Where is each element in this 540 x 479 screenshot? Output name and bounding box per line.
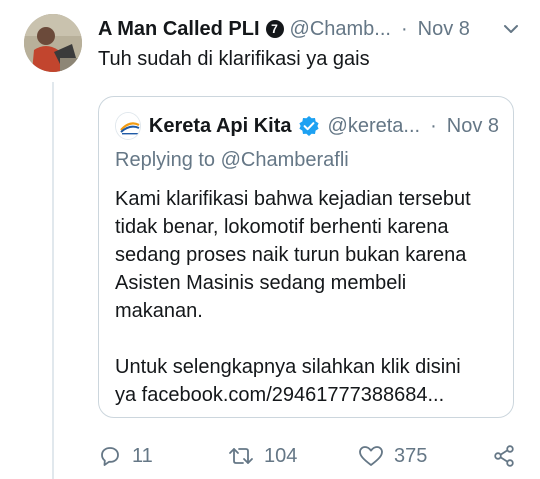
like-count: 375 [394,444,428,467]
quote-author-handle[interactable]: @kereta... [328,115,421,138]
quote-header: Kereta Api Kita @kereta... · Nov 8 [115,111,499,141]
quote-body-line: Kami klarifikasi bahwa kejadian tersebut [115,188,471,210]
quote-body-line: tidak benar, lokomotif berhenti karena [115,216,449,238]
share-button[interactable] [492,440,516,472]
quote-body-line: Asisten Masinis sedang membeli [115,272,407,294]
tweet-actions: 11 104 375 [98,440,520,472]
thread-line [52,82,54,479]
quote-body-line: sedang proses naik turun bukan karena [115,244,467,266]
quote-author-name[interactable]: Kereta Api Kita [149,115,292,138]
separator-dot: · [400,17,408,40]
like-button[interactable]: 375 [358,440,427,472]
heart-icon [358,444,384,468]
reply-button[interactable]: 11 [98,440,153,472]
author-name[interactable]: A Man Called PLI [98,18,260,41]
quote-body-line: Untuk selengkapnya silahkan klik disini [115,356,461,378]
quote-date[interactable]: Nov 8 [447,115,499,138]
tweet-date[interactable]: Nov 8 [418,18,470,41]
replying-to[interactable]: Replying to @Chamberafli [115,149,349,172]
retweet-button[interactable]: 104 [228,440,297,472]
quote-body-line: makanan. [115,300,203,322]
retweet-count: 104 [264,444,298,467]
share-icon [492,444,516,468]
retweet-icon [228,444,254,468]
quoted-tweet-card[interactable]: Kereta Api Kita @kereta... · Nov 8 Reply… [98,96,514,418]
author-avatar[interactable] [24,14,82,72]
avatar-image [24,14,82,72]
verified-badge-icon [298,115,320,137]
tweet-text: Tuh sudah di klarifikasi ya gais [98,48,370,70]
quote-avatar[interactable] [115,112,141,140]
comment-icon [98,444,122,468]
badge-icon: 7 [265,20,284,38]
quote-separator-dot: · [430,114,437,137]
quote-body: Kami klarifikasi bahwa kejadian tersebut… [115,185,507,409]
quote-link-line[interactable]: ya facebook.com/29461777388684... [115,381,507,409]
chevron-down-icon[interactable] [502,20,520,43]
tweet-header: A Man Called PLI 7 @Chamb... · Nov 8 [98,14,520,44]
reply-count: 11 [132,444,153,467]
train-logo-icon [116,113,140,139]
author-handle[interactable]: @Chamb... [290,18,391,41]
